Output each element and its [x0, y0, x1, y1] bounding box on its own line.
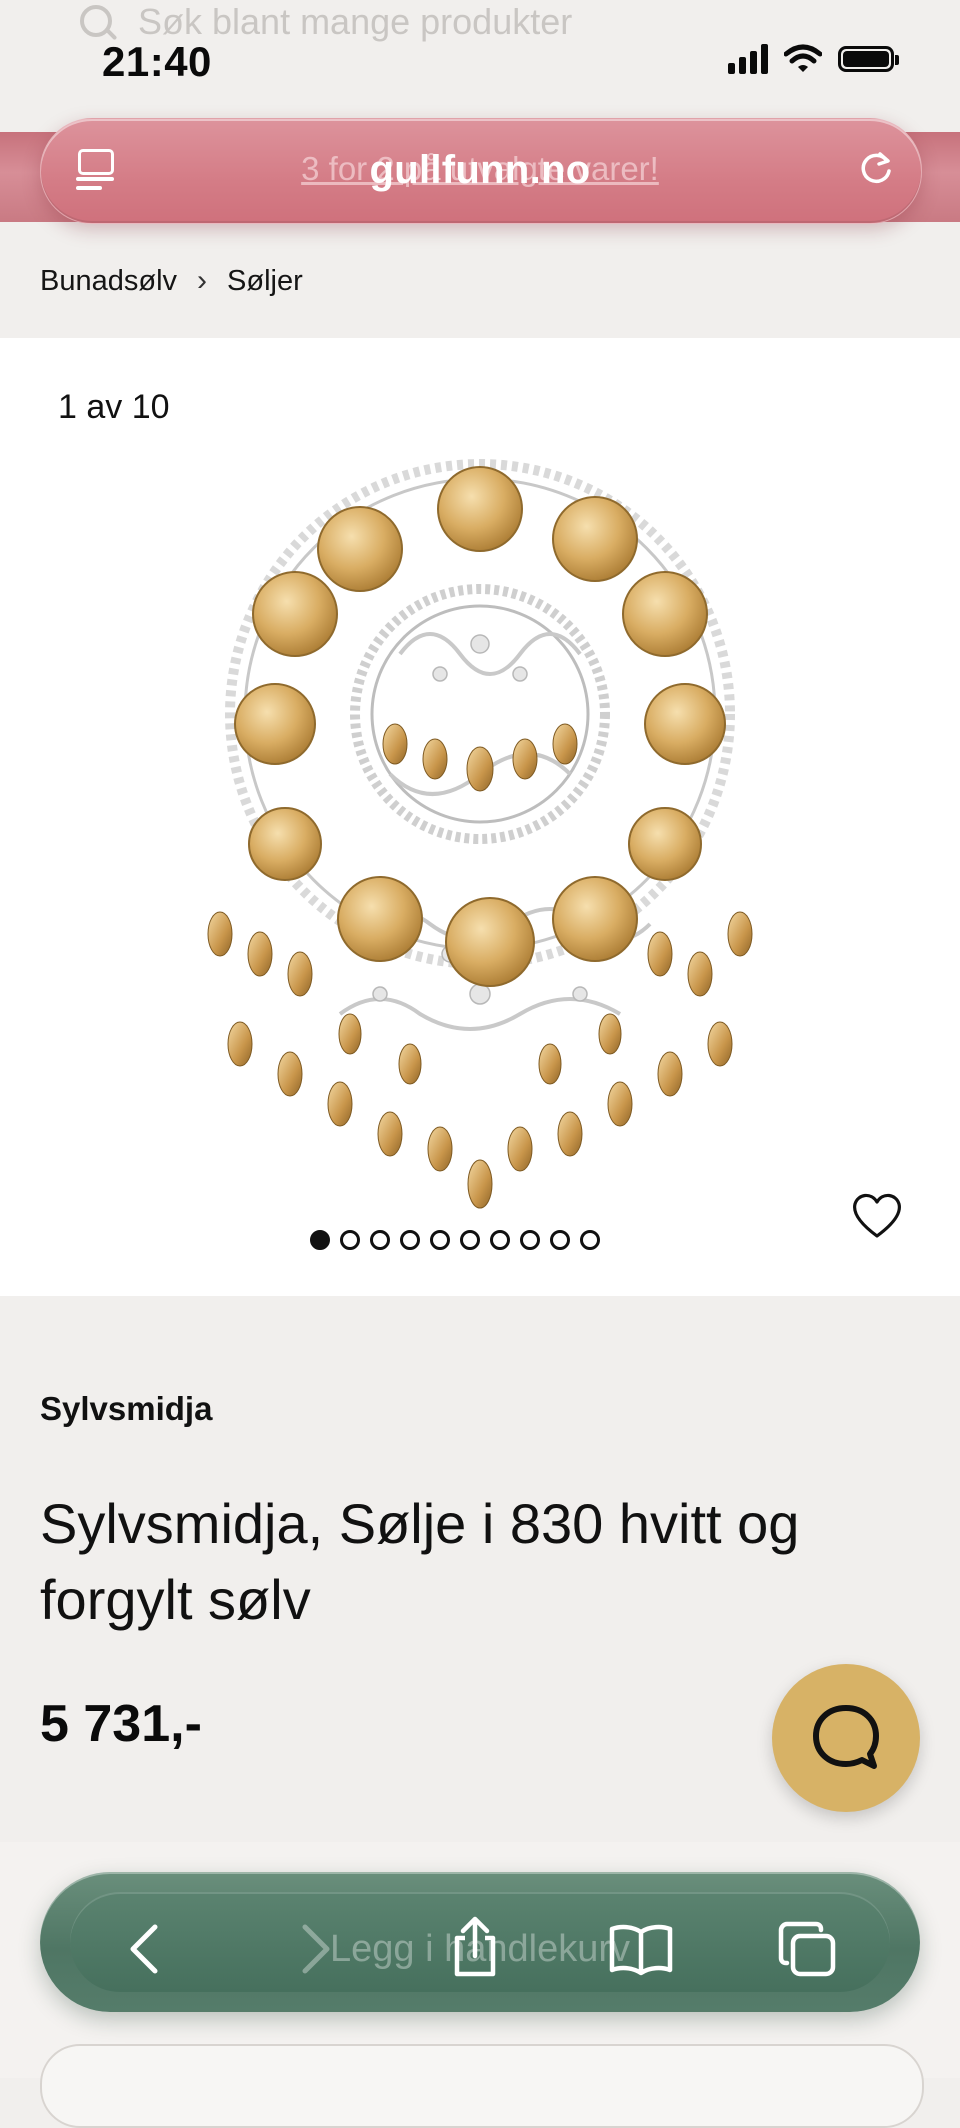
pagination-dot[interactable] — [520, 1230, 540, 1250]
pagination-dot[interactable] — [430, 1230, 450, 1250]
search-icon — [80, 5, 118, 41]
battery-icon — [838, 46, 899, 72]
bookmarks-button[interactable] — [606, 1914, 676, 1984]
forward-button[interactable] — [280, 1914, 350, 1984]
search-placeholder: Søk blant mange produkter — [138, 1, 573, 42]
tab-overview-icon[interactable] — [76, 149, 114, 191]
chevron-right-icon: › — [197, 264, 208, 297]
reload-icon[interactable] — [858, 150, 894, 186]
tabs-button[interactable] — [772, 1914, 842, 1984]
gallery-counter: 1 av 10 — [58, 388, 170, 426]
heart-icon[interactable] — [850, 1190, 904, 1240]
gallery-pagination — [310, 1230, 600, 1250]
pagination-dot[interactable] — [580, 1230, 600, 1250]
pagination-dot[interactable] — [400, 1230, 420, 1250]
pagination-dot[interactable] — [370, 1230, 390, 1250]
bottom-field-partial — [40, 2044, 924, 2128]
pagination-dot[interactable] — [490, 1230, 510, 1250]
pagination-dot[interactable] — [460, 1230, 480, 1250]
share-button[interactable] — [440, 1912, 510, 1982]
share-icon — [454, 1916, 496, 1977]
book-icon — [609, 1924, 673, 1976]
back-button[interactable] — [110, 1914, 180, 1984]
url-text[interactable]: gullfunn.no — [0, 148, 960, 193]
solje-brooch-image[interactable] — [200, 414, 760, 1214]
chevron-left-icon — [130, 1924, 158, 1974]
tabs-icon — [778, 1921, 836, 1977]
pagination-dot[interactable] — [310, 1230, 330, 1250]
pagination-dot[interactable] — [340, 1230, 360, 1250]
breadcrumb-item-soljer[interactable]: Søljer — [227, 265, 303, 298]
chat-bubble-icon — [813, 1705, 879, 1769]
status-time: 21:40 — [102, 38, 212, 85]
breadcrumb-item-bunadsolv[interactable]: Bunadsølv — [40, 265, 177, 298]
product-title: Sylvsmidja, Sølje i 830 hvitt og forgylt… — [40, 1492, 800, 1631]
status-icons — [728, 44, 899, 74]
chat-button[interactable] — [772, 1664, 920, 1812]
product-brand[interactable]: Sylvsmidja — [40, 1390, 212, 1428]
cellular-signal-icon — [728, 44, 768, 74]
wifi-icon — [784, 44, 822, 72]
breadcrumb: Bunadsølv › Søljer — [40, 264, 303, 298]
pagination-dot[interactable] — [550, 1230, 570, 1250]
product-price: 5 731,- — [40, 1695, 202, 1753]
chevron-right-icon — [302, 1924, 330, 1974]
